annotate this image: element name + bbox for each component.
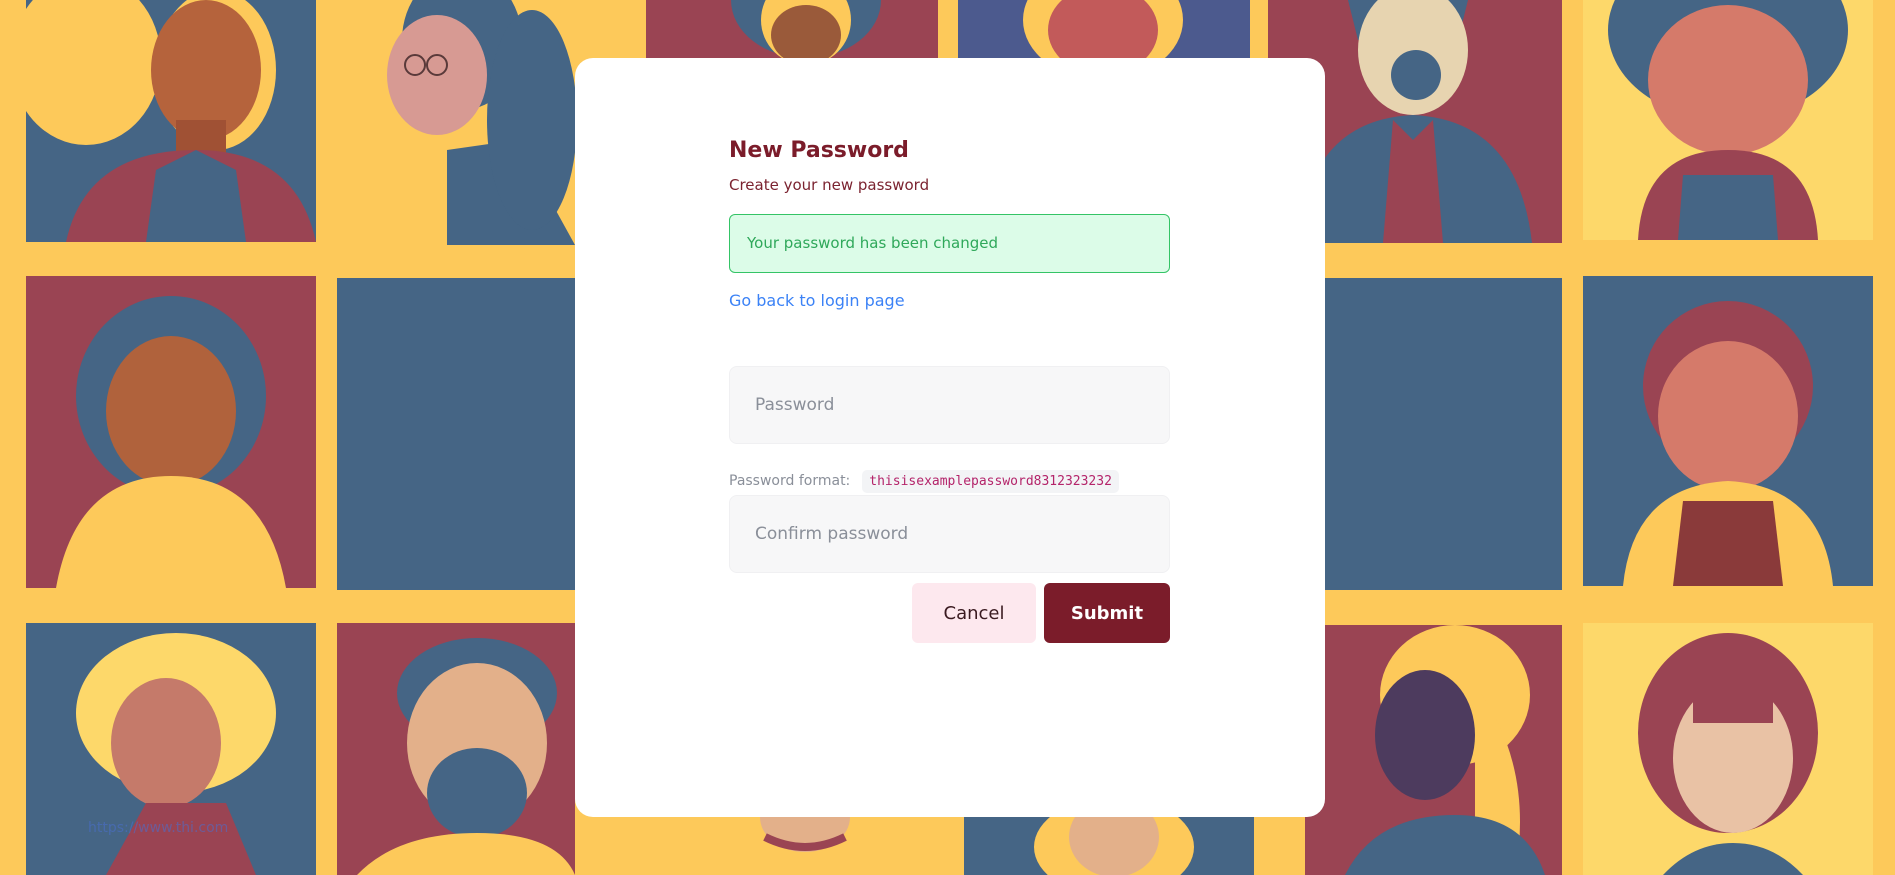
password-format-label: Password format: bbox=[729, 473, 851, 489]
portrait-tile bbox=[1325, 278, 1562, 590]
portrait-tile bbox=[964, 817, 1254, 875]
portrait-tile bbox=[630, 817, 964, 875]
portrait-tile bbox=[1305, 625, 1562, 875]
password-input[interactable] bbox=[729, 366, 1170, 444]
portrait-tile bbox=[1583, 276, 1873, 586]
portrait-tile bbox=[958, 0, 1250, 58]
submit-button[interactable]: Submit bbox=[1044, 583, 1170, 643]
cancel-button[interactable]: Cancel bbox=[912, 583, 1036, 643]
portrait-tile bbox=[1583, 623, 1873, 875]
confirm-password-input[interactable] bbox=[729, 495, 1170, 573]
watermark-text: https://www.thi.com bbox=[88, 820, 229, 836]
back-to-login-link[interactable]: Go back to login page bbox=[729, 291, 905, 310]
portrait-tile bbox=[337, 0, 575, 245]
portrait-tile bbox=[26, 0, 316, 242]
page-title: New Password bbox=[729, 138, 909, 163]
success-alert: Your password has been changed bbox=[729, 214, 1170, 273]
portrait-tile bbox=[26, 276, 316, 588]
portrait-tile bbox=[26, 623, 316, 875]
portrait-tile bbox=[337, 623, 575, 875]
portrait-tile bbox=[646, 0, 938, 58]
password-format-example: thisisexamplepassword8312323232 bbox=[862, 469, 1119, 493]
portrait-tile bbox=[1583, 0, 1873, 240]
page-subtitle: Create your new password bbox=[729, 176, 930, 194]
new-password-card: New Password Create your new password Yo… bbox=[575, 58, 1325, 817]
portrait-tile bbox=[337, 278, 575, 590]
password-format-hint: Password format: thisisexamplepassword83… bbox=[729, 468, 1119, 494]
